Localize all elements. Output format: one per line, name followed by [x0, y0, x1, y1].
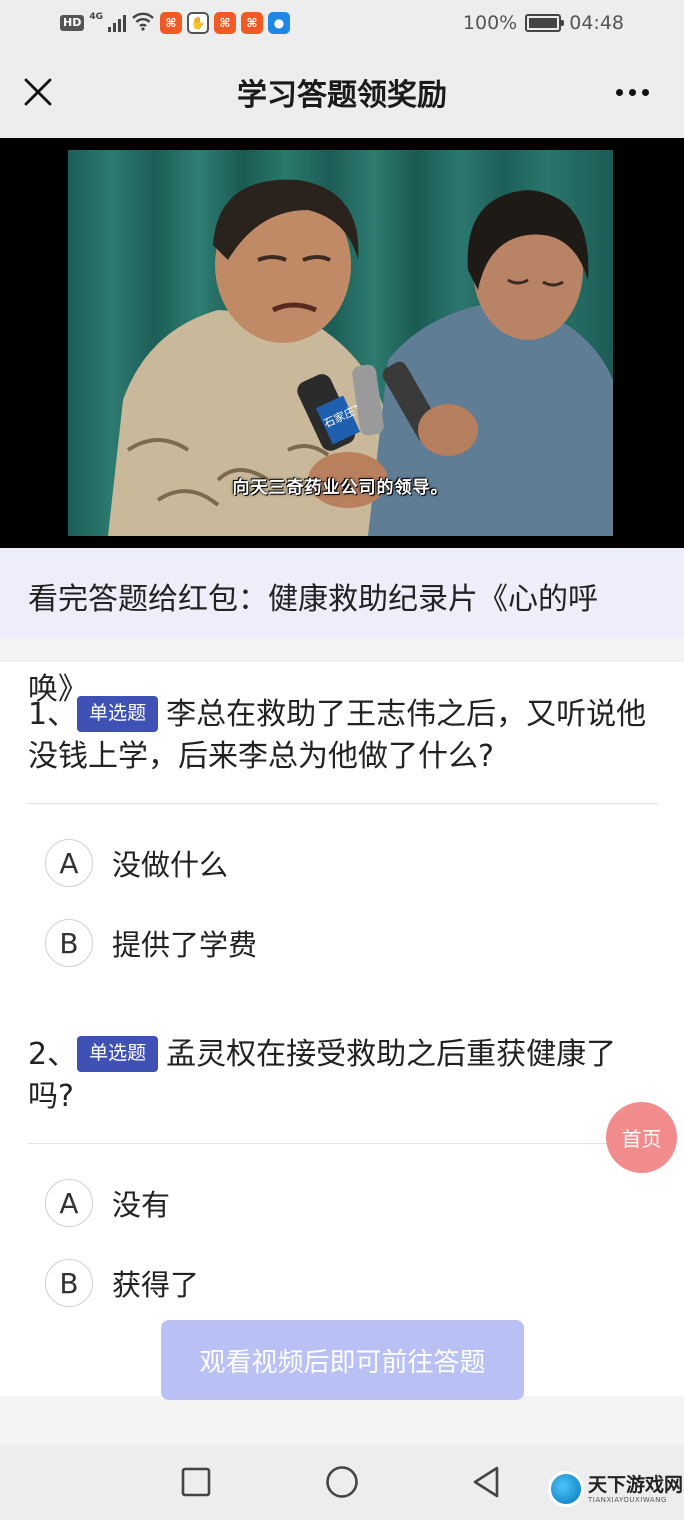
- page-title: 学习答题领奖励: [237, 78, 447, 113]
- q1-option-b[interactable]: B 提供了学费: [45, 918, 257, 968]
- divider: [28, 803, 658, 804]
- status-icons-left: HD 4G ⌘ ✋ ⌘ ⌘ ●: [60, 10, 290, 36]
- clock: 04:48: [569, 12, 624, 34]
- square-icon: [181, 1467, 211, 1497]
- section-gap: [0, 638, 684, 662]
- q1-option-a[interactable]: A 没做什么: [45, 838, 228, 888]
- option-text: 没做什么: [112, 848, 229, 882]
- network-type: 4G: [89, 11, 103, 22]
- title-bar: 学习答题领奖励: [0, 46, 684, 138]
- option-text: 提供了学费: [112, 928, 258, 962]
- status-bar: HD 4G ⌘ ✋ ⌘ ⌘ ● 100% 04:48: [0, 0, 684, 46]
- video-frame[interactable]: 石家庄TV 向天三奇药业公司的领导。: [68, 150, 613, 536]
- bulb-app-icon: ●: [268, 12, 290, 34]
- watermark-subtitle: TIANXIAYOUXIWANG: [588, 1495, 667, 1504]
- question-number: 1、: [28, 697, 78, 732]
- hand-app-icon: ✋: [187, 12, 209, 34]
- watermark-title: 天下游戏网: [588, 1473, 684, 1496]
- video-player[interactable]: 石家庄TV 向天三奇药业公司的领导。: [0, 138, 684, 548]
- go-to-quiz-button[interactable]: 观看视频后即可前往答题: [161, 1320, 524, 1400]
- app-notification-icon: ⌘: [214, 12, 236, 34]
- back-button[interactable]: [466, 1462, 506, 1502]
- q2-option-a[interactable]: A 没有: [45, 1178, 170, 1228]
- back-triangle-icon: [473, 1466, 499, 1498]
- single-choice-badge: 单选题: [77, 1036, 159, 1072]
- watermark: 天下游戏网 TIANXIAYOUXIWANG: [548, 1462, 684, 1516]
- home-button[interactable]: 首页: [606, 1102, 677, 1173]
- question-number: 2、: [28, 1037, 78, 1072]
- single-choice-badge: 单选题: [77, 696, 159, 732]
- divider: [28, 1143, 658, 1144]
- battery-icon: [525, 14, 565, 32]
- app-notification-icon: ⌘: [160, 12, 182, 34]
- question-1: 1、 单选题 李总在救助了王志伟之后，又听说他没钱上学，后来李总为他做了什么?: [28, 694, 658, 778]
- option-letter: A: [45, 1179, 93, 1227]
- recents-button[interactable]: [176, 1462, 216, 1502]
- video-subtitle: 向天三奇药业公司的领导。: [232, 478, 449, 498]
- circle-icon: [326, 1466, 358, 1498]
- hd-indicator: HD: [60, 15, 85, 31]
- signal-icon: [108, 14, 126, 32]
- banner-title: 看完答题给红包：健康救助纪录片《心的呼: [28, 582, 598, 617]
- option-text: 获得了: [112, 1268, 200, 1302]
- option-letter: A: [45, 839, 93, 887]
- more-options-button[interactable]: [602, 68, 662, 116]
- question-2: 2、 单选题 孟灵权在接受救助之后重获健康了吗?: [28, 1034, 658, 1118]
- bottom-strip: [0, 1396, 684, 1444]
- title-banner: 看完答题给红包：健康救助纪录片《心的呼: [0, 548, 684, 638]
- option-letter: B: [45, 919, 93, 967]
- option-letter: B: [45, 1259, 93, 1307]
- app-notification-icon: ⌘: [241, 12, 263, 34]
- option-text: 没有: [112, 1188, 171, 1222]
- watermark-logo-icon: [548, 1471, 584, 1507]
- more-dots-icon: [615, 88, 623, 96]
- status-icons-right: 100% 04:48: [463, 9, 624, 37]
- home-nav-button[interactable]: [322, 1462, 362, 1502]
- battery-percent: 100%: [462, 12, 518, 34]
- wifi-icon: [131, 11, 155, 35]
- q2-option-b[interactable]: B 获得了: [45, 1258, 199, 1308]
